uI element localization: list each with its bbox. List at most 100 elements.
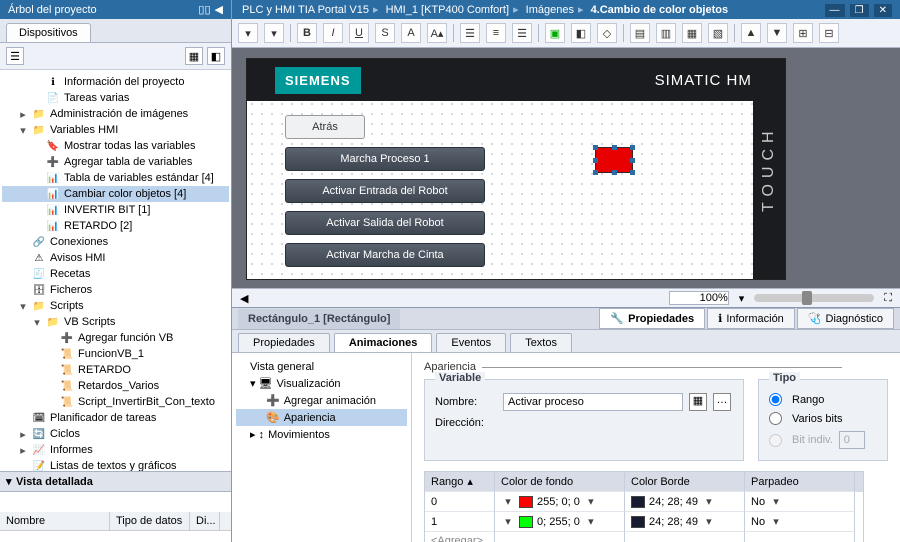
- crumb-3[interactable]: 4.Cambio de color objetos: [591, 4, 729, 16]
- tree-item[interactable]: 🔗Conexiones: [2, 234, 229, 250]
- tree-item[interactable]: 📜Script_InvertirBit_Con_texto: [2, 394, 229, 410]
- tree-item[interactable]: 📄Tareas varias: [2, 90, 229, 106]
- var-browse-button[interactable]: ▦: [689, 393, 707, 411]
- crumb-2[interactable]: Imágenes: [526, 4, 574, 16]
- group-button[interactable]: ⊞: [793, 23, 813, 43]
- tree-item[interactable]: ⚠Avisos HMI: [2, 250, 229, 266]
- hmi-back-button[interactable]: Atrás: [285, 115, 365, 139]
- panel-collapse-icon[interactable]: ▯▯: [198, 4, 210, 16]
- bold-button[interactable]: B: [297, 23, 317, 43]
- fit-screen-icon[interactable]: ⛶: [884, 292, 892, 305]
- scroll-left-icon[interactable]: ◀: [240, 292, 248, 305]
- table-row[interactable]: 1▾ 0; 255; 0 ▾ 24; 28; 49 ▾No ▾: [425, 512, 863, 532]
- detail-col-name[interactable]: Nombre: [0, 512, 110, 530]
- underline-button[interactable]: U: [349, 23, 369, 43]
- type-range-radio[interactable]: [769, 393, 782, 406]
- tree-tool-1[interactable]: ☰: [6, 47, 24, 65]
- hmi-btn-1[interactable]: Marcha Proceso 1: [285, 147, 485, 171]
- tree-item[interactable]: 📊INVERTIR BIT [1]: [2, 202, 229, 218]
- arrange-3[interactable]: ▦: [682, 23, 702, 43]
- nav-overview[interactable]: Vista general: [236, 359, 407, 375]
- tree-item[interactable]: 📜RETARDO: [2, 362, 229, 378]
- tree-item[interactable]: 📊Cambiar color objetos [4]: [2, 186, 229, 202]
- tree-item[interactable]: 🗓Planificador de tareas: [2, 410, 229, 426]
- tree-item[interactable]: 🗄Ficheros: [2, 282, 229, 298]
- align-left-button[interactable]: ☰: [460, 23, 480, 43]
- zoom-slider[interactable]: [754, 294, 874, 302]
- font-color-button[interactable]: A: [401, 23, 421, 43]
- add-row[interactable]: <Agregar>: [425, 532, 495, 542]
- crumb-1[interactable]: HMI_1 [KTP400 Comfort]: [386, 4, 510, 16]
- zoom-dropdown-icon[interactable]: ▾: [739, 292, 745, 305]
- hmi-btn-3[interactable]: Activar Salida del Robot: [285, 211, 485, 235]
- minimize-button[interactable]: —: [825, 4, 845, 17]
- tree-item[interactable]: 📜Retardos_Varios: [2, 378, 229, 394]
- tree-item[interactable]: 📝Listas de textos y gráficos: [2, 458, 229, 471]
- type-multibit-radio[interactable]: [769, 412, 782, 425]
- italic-button[interactable]: I: [323, 23, 343, 43]
- var-more-button[interactable]: …: [713, 393, 731, 411]
- font-grow-button[interactable]: A▴: [427, 23, 447, 43]
- font-select[interactable]: ▾: [238, 23, 258, 43]
- zoom-input[interactable]: [669, 291, 729, 305]
- nav-visualization[interactable]: ▾ 🖥 Visualización: [236, 375, 407, 392]
- size-select[interactable]: ▾: [264, 23, 284, 43]
- subtab-texts[interactable]: Textos: [510, 333, 572, 352]
- tree-item[interactable]: 📊RETARDO [2]: [2, 218, 229, 234]
- tree-item[interactable]: ▾📁Scripts: [2, 298, 229, 314]
- tree-tool-2[interactable]: ▦: [185, 47, 203, 65]
- tree-item[interactable]: ▸📈Informes: [2, 442, 229, 458]
- th-bgcolor[interactable]: Color de fondo: [495, 472, 625, 492]
- tree-item[interactable]: 📊Tabla de variables estándar [4]: [2, 170, 229, 186]
- align-right-button[interactable]: ☰: [512, 23, 532, 43]
- hmi-canvas-area[interactable]: SIEMENS SIMATIC HMI TOUCH Atrás Marcha P…: [232, 48, 900, 288]
- inspector-tab-diag[interactable]: 🩺 Diagnóstico: [797, 308, 894, 329]
- tree-item[interactable]: ▾📁Variables HMI: [2, 122, 229, 138]
- tree-item[interactable]: ➕Agregar tabla de variables: [2, 154, 229, 170]
- inspector-tab-properties[interactable]: 🔧 Propiedades: [599, 308, 705, 329]
- detail-view-header[interactable]: ▾ Vista detallada: [0, 471, 231, 492]
- subtab-properties[interactable]: Propiedades: [238, 333, 330, 352]
- tree-item[interactable]: ▾📁VB Scripts: [2, 314, 229, 330]
- subtab-animations[interactable]: Animaciones: [334, 333, 432, 352]
- tree-item[interactable]: ➕Agregar función VB: [2, 330, 229, 346]
- arrange-1[interactable]: ▤: [630, 23, 650, 43]
- line-color-button[interactable]: ◧: [571, 23, 591, 43]
- crumb-0[interactable]: PLC y HMI TIA Portal V15: [242, 4, 369, 16]
- th-range[interactable]: Rango ▴: [425, 472, 495, 492]
- hmi-screen[interactable]: SIEMENS SIMATIC HMI TOUCH Atrás Marcha P…: [246, 58, 786, 280]
- tree-item[interactable]: ▸📁Administración de imágenes: [2, 106, 229, 122]
- table-row[interactable]: 0▾ 255; 0; 0 ▾ 24; 28; 49 ▾No ▾: [425, 492, 863, 512]
- fill-color-button[interactable]: ▣: [545, 23, 565, 43]
- hmi-btn-2[interactable]: Activar Entrada del Robot: [285, 179, 485, 203]
- arrange-2[interactable]: ▥: [656, 23, 676, 43]
- panel-pin-icon[interactable]: ◀: [215, 4, 223, 16]
- tree-tool-3[interactable]: ◧: [207, 47, 225, 65]
- hmi-rectangle-selected[interactable]: [595, 147, 633, 173]
- tree-item[interactable]: 🔖Mostrar todas las variables: [2, 138, 229, 154]
- th-blink[interactable]: Parpadeo: [745, 472, 855, 492]
- th-border[interactable]: Color Borde: [625, 472, 745, 492]
- detail-col-type[interactable]: Tipo de datos: [110, 512, 190, 530]
- nav-movements[interactable]: ▸ ↕ Movimientos: [236, 426, 407, 443]
- tree-item[interactable]: ▸🔄Ciclos: [2, 426, 229, 442]
- maximize-button[interactable]: ❐: [850, 4, 869, 17]
- nav-appearance[interactable]: 🎨 Apariencia: [236, 409, 407, 426]
- project-tree[interactable]: ℹInformación del proyecto📄Tareas varias▸…: [0, 70, 231, 471]
- subtab-events[interactable]: Eventos: [436, 333, 506, 352]
- layer-front[interactable]: ▲: [741, 23, 761, 43]
- align-center-button[interactable]: ≡: [486, 23, 506, 43]
- inspector-tab-info[interactable]: ℹ Información: [707, 308, 795, 329]
- strike-button[interactable]: S: [375, 23, 395, 43]
- hmi-btn-4[interactable]: Activar Marcha de Cinta: [285, 243, 485, 267]
- nav-add-animation[interactable]: ➕ Agregar animación: [236, 392, 407, 409]
- layer-back[interactable]: ▼: [767, 23, 787, 43]
- detail-col-dir[interactable]: Di...: [190, 512, 220, 530]
- arrange-4[interactable]: ▧: [708, 23, 728, 43]
- close-button[interactable]: ✕: [874, 4, 892, 17]
- tree-item[interactable]: 🧾Recetas: [2, 266, 229, 282]
- devices-tab[interactable]: Dispositivos: [6, 23, 91, 42]
- shape-button[interactable]: ◇: [597, 23, 617, 43]
- var-name-input[interactable]: [503, 393, 683, 411]
- ungroup-button[interactable]: ⊟: [819, 23, 839, 43]
